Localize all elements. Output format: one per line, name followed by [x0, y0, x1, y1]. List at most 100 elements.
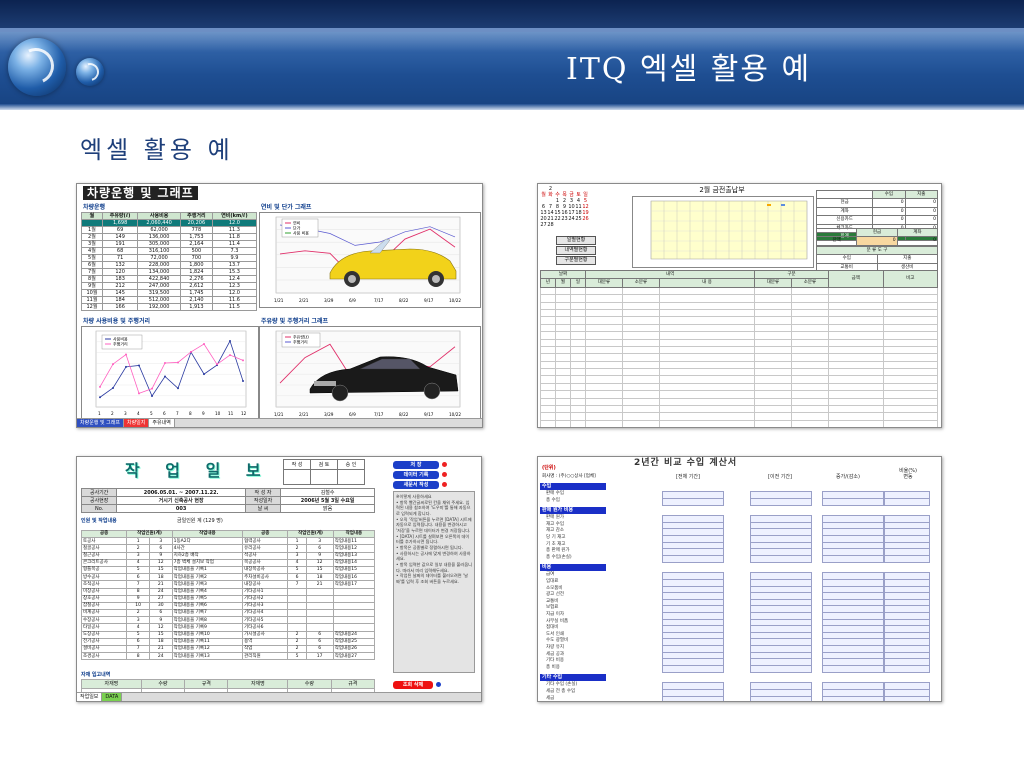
table-cell: 관리직원	[242, 652, 289, 661]
data-point	[99, 396, 101, 399]
table-cell: 166	[101, 303, 139, 311]
table-row: 철근공사 3 9 지하2층 배작 석공사 3 9 작업내용13	[80, 551, 376, 560]
table-cell: 작업	[242, 644, 289, 654]
daily-status-button[interactable]: 일별현황	[556, 236, 596, 245]
sheet-tab[interactable]: 차량운행 및 그래프	[77, 419, 124, 427]
line-item-label: 지급 이자	[546, 612, 564, 617]
value-cell[interactable]	[884, 497, 930, 506]
table-cell: 유리공사	[242, 544, 289, 553]
sheet-tab[interactable]: 차량일지	[123, 419, 150, 427]
line-item-label: 총 비용	[546, 664, 560, 670]
line-item-label: 접대비	[546, 625, 559, 631]
value-cell[interactable]	[662, 695, 724, 701]
table-cell: 잡철공사	[80, 601, 128, 611]
table-cell: 4	[126, 623, 150, 632]
value-cell[interactable]	[662, 497, 724, 506]
table-row: 수장공사 3 9 작업내용을 기록8 기타공사5	[80, 616, 376, 625]
ledger-row	[540, 382, 938, 392]
sheet-tab[interactable]: DATA	[102, 693, 123, 701]
table-cell	[305, 616, 334, 625]
table-cell: 11.5	[211, 303, 258, 311]
value-cell[interactable]	[884, 554, 930, 563]
table-cell: 2	[287, 644, 307, 654]
table-cell: 9	[148, 616, 173, 625]
table-row: 1,698 2,060,440 20,206 12.0	[81, 219, 258, 227]
sheet-tab[interactable]: 주유내역	[149, 419, 175, 427]
table-cell: 149	[101, 233, 139, 241]
table-cell	[287, 594, 307, 603]
table-cell: 작업내용을 기록11	[171, 637, 244, 647]
item-status-button[interactable]: 내역별현황	[556, 246, 596, 255]
value-cell[interactable]	[884, 695, 930, 701]
tick-label: 3	[124, 411, 127, 416]
save-button[interactable]: 저 장	[393, 461, 439, 469]
table-cell: 조경공사	[80, 652, 128, 661]
table-cell: 5	[126, 630, 150, 639]
tick-label: 11	[228, 411, 234, 416]
value-cell[interactable]	[822, 554, 884, 563]
value-cell[interactable]	[822, 695, 884, 701]
status-dot	[442, 482, 447, 487]
new-document-button[interactable]: 새문서 작성	[393, 481, 439, 489]
table-cell: 12월	[81, 303, 103, 311]
table-row: 창호공사 9 27 작업내용을 기록5 기타공사2	[80, 594, 376, 603]
value-cell[interactable]	[662, 554, 724, 563]
category-tool: 분 류 도 구 수입 지출 교통비 생산비	[816, 245, 938, 273]
delete-button[interactable]: 조회 삭제	[393, 681, 433, 689]
table-cell: 12	[148, 558, 173, 567]
category-status-button[interactable]: 구분별현황	[556, 256, 596, 265]
tick-label: 9	[202, 411, 205, 416]
line-item-label: 광고 선전	[546, 592, 564, 598]
tick-label: 1/21	[274, 412, 284, 417]
section-label: 자재 입고내역	[81, 672, 111, 678]
table-cell: 7층 벽체 설치보 작업	[171, 558, 244, 567]
table-cell: 1,753	[179, 233, 213, 241]
table-cell: 기타공사1	[242, 587, 289, 596]
table-cell	[332, 587, 376, 596]
value-cell[interactable]	[662, 664, 724, 673]
table-cell: 9월	[81, 282, 103, 290]
table-cell: 13.7	[211, 261, 258, 269]
tick-label: 10/22	[449, 298, 461, 303]
value-cell[interactable]	[884, 664, 930, 673]
ledger-row	[540, 301, 938, 310]
section-label: 주유량 및 주행거리 그래프	[261, 318, 328, 325]
table-row: 도장공사 5 15 작업내용을 기록10 가시설공사 2 6 작업내용24	[80, 630, 376, 639]
table-cell: 5	[287, 565, 307, 575]
table-cell: 2,060,440	[137, 219, 181, 227]
record-data-button[interactable]: 데이터 기록	[393, 471, 439, 479]
table-cell: 작업내용12	[332, 544, 376, 553]
tick-label: 1	[98, 411, 101, 416]
table-cell: 12.3	[211, 282, 258, 290]
value-cell[interactable]	[750, 664, 812, 673]
line-item-label: 보험료	[546, 605, 559, 611]
table-cell: 9	[126, 594, 150, 603]
table-cell: 132	[101, 261, 139, 269]
table-row: 4월 68 316,100 500 7.3	[81, 247, 258, 255]
table-cell: 500	[179, 247, 213, 255]
data-point	[177, 361, 179, 364]
line-item-label: 재고 감소	[546, 528, 564, 534]
value-cell[interactable]	[750, 554, 812, 563]
table-cell: 10	[126, 601, 150, 611]
value-cell[interactable]	[750, 695, 812, 701]
data-point	[99, 385, 101, 388]
ledger-row	[540, 323, 938, 333]
line-item-label: 총 판매 원가	[546, 548, 570, 554]
value-cell[interactable]	[750, 497, 812, 506]
sheet-tab[interactable]: 작업일보	[77, 693, 103, 701]
table-cell: 12.4	[211, 275, 258, 283]
table-cell: 작업내용24	[332, 630, 376, 639]
line-item-label: 기 초 재고	[546, 541, 566, 547]
table-cell: 319,500	[137, 289, 181, 297]
table-cell: 작업내용을 기록12	[171, 644, 244, 654]
table-cell: 4사간	[171, 544, 244, 553]
table-header: 월	[81, 212, 103, 220]
table-cell: 6	[126, 573, 150, 582]
table-row: 3월 191 305,000 2,164 11.4	[81, 240, 258, 248]
value-cell[interactable]	[822, 497, 884, 506]
tick-label: 5	[150, 411, 153, 416]
table-cell: 700	[179, 254, 213, 262]
value-cell[interactable]	[822, 664, 884, 673]
table-cell: 작업내용13	[332, 551, 376, 560]
